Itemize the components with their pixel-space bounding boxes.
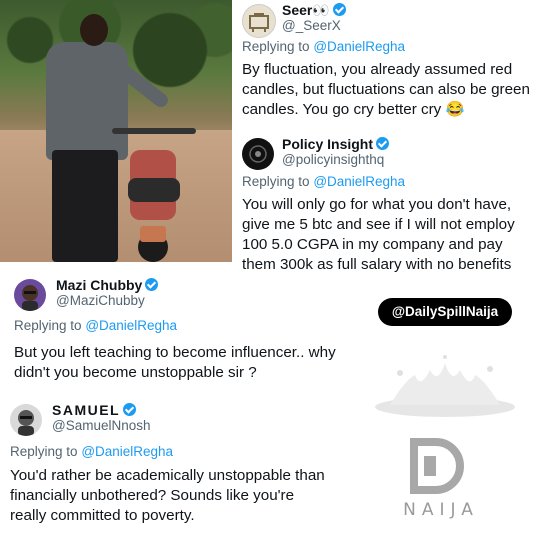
reply-prefix: Replying to — [242, 39, 310, 54]
tweet-card[interactable]: SAMUEL @SamuelNnosh Replying to @DanielR… — [10, 402, 340, 532]
naija-logo-icon — [408, 438, 464, 494]
verified-badge-icon — [123, 403, 137, 416]
verified-badge-icon — [332, 3, 346, 16]
handle[interactable]: @_SeerX — [282, 18, 341, 33]
tweet-card[interactable]: Mazi Chubby @MaziChubby Replying to @Dan… — [14, 277, 344, 381]
reply-prefix: Replying to — [14, 318, 82, 333]
reply-context: Replying to @DanielRegha — [242, 39, 405, 54]
reply-prefix: Replying to — [10, 444, 78, 459]
reply-context: Replying to @DanielRegha — [242, 174, 405, 189]
splash-graphic — [360, 355, 530, 425]
reply-context: Replying to @DanielRegha — [14, 318, 177, 333]
avatar[interactable] — [14, 279, 46, 311]
person-figure — [46, 42, 128, 160]
verified-badge-icon — [145, 278, 159, 291]
watermark-badge: @DailySpillNaija — [378, 298, 512, 326]
tweet-card[interactable]: Policy Insight @policyinsighthq Replying… — [242, 136, 538, 273]
avatar[interactable] — [242, 4, 276, 38]
avatar[interactable] — [10, 404, 42, 436]
handle[interactable]: @SamuelNnosh — [52, 418, 151, 433]
verified-badge-icon — [376, 137, 390, 150]
post-photo — [0, 0, 232, 262]
name-emoji: 👀 — [312, 2, 330, 18]
motorcycle — [112, 128, 196, 134]
tweet-text: You'd rather be academically unstoppable… — [10, 467, 325, 524]
logo-wordmark: NAIJA — [403, 500, 479, 520]
reply-mention-link[interactable]: @DanielRegha — [81, 444, 173, 459]
reply-mention-link[interactable]: @DanielRegha — [85, 318, 177, 333]
reply-prefix: Replying to — [242, 174, 310, 189]
display-name[interactable]: Seer — [282, 2, 312, 18]
tweet-text: By fluctuation, you already assumed red … — [242, 61, 530, 118]
handle[interactable]: @policyinsighthq — [282, 152, 384, 167]
display-name[interactable]: SAMUEL — [52, 402, 120, 418]
avatar[interactable] — [242, 138, 274, 170]
tweet-text: But you left teaching to become influenc… — [14, 344, 336, 381]
display-name[interactable]: Policy Insight — [282, 136, 373, 152]
reply-mention-link[interactable]: @DanielRegha — [313, 39, 405, 54]
display-name[interactable]: Mazi Chubby — [56, 277, 142, 293]
reply-context: Replying to @DanielRegha — [10, 444, 173, 459]
tweet-card[interactable]: Seer👀 @_SeerX Replying to @DanielRegha B… — [242, 2, 538, 120]
reply-mention-link[interactable]: @DanielRegha — [313, 174, 405, 189]
handle[interactable]: @MaziChubby — [56, 293, 145, 308]
tweet-text: You will only go for what you don't have… — [242, 196, 515, 273]
